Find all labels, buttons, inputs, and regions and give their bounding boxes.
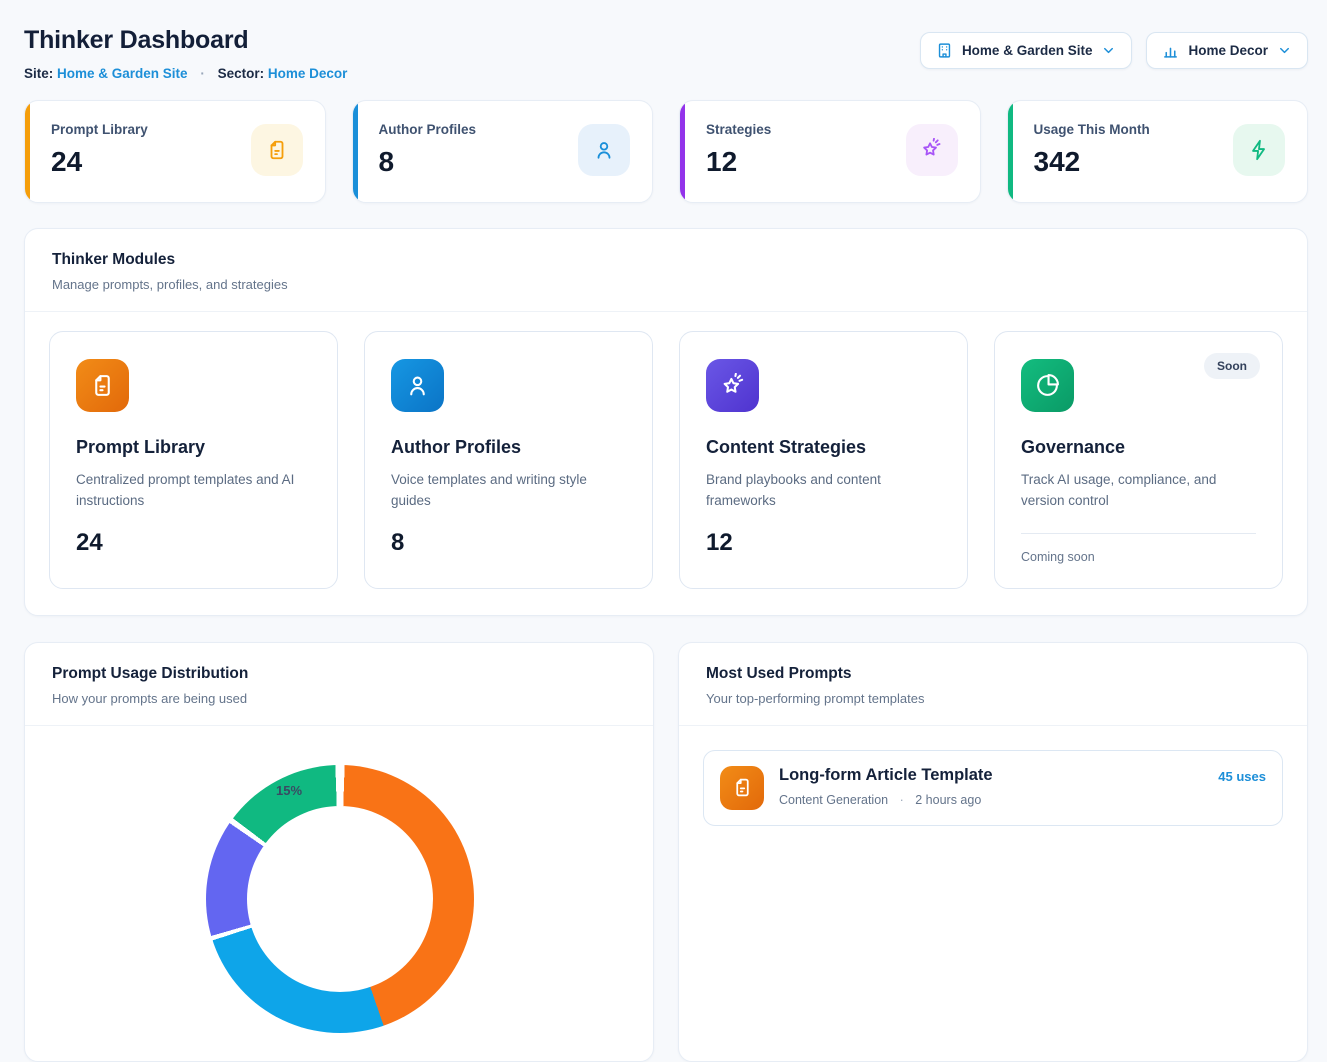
prompt-item-meta: Content Generation · 2 hours ago: [779, 793, 1203, 807]
file-icon: [251, 124, 303, 176]
modules-grid: Prompt Library Centralized prompt templa…: [25, 312, 1307, 615]
file-icon: [720, 766, 764, 810]
module-description: Track AI usage, compliance, and version …: [1021, 470, 1256, 512]
usage-title: Prompt Usage Distribution: [52, 665, 626, 683]
module-title: Author Profiles: [391, 437, 626, 458]
divider: [1021, 533, 1256, 534]
accent-bar: [680, 101, 685, 202]
stat-label: Usage This Month: [1034, 122, 1150, 137]
module-count: 12: [706, 529, 941, 557]
usage-header: Prompt Usage Distribution How your promp…: [25, 643, 653, 725]
divider: [679, 725, 1307, 726]
zap-icon: [1233, 124, 1285, 176]
stat-card-prompt-library: Prompt Library 24: [24, 100, 326, 203]
stat-value: 342: [1034, 146, 1150, 178]
most-used-title: Most Used Prompts: [706, 665, 1280, 683]
most-used-header: Most Used Prompts Your top-performing pr…: [679, 643, 1307, 725]
dashboard-page: Thinker Dashboard Site: Home & Garden Si…: [0, 0, 1327, 1062]
sector-label: Sector:: [218, 66, 265, 81]
chart-columns-icon: [1162, 42, 1179, 59]
prompt-time: 2 hours ago: [915, 793, 981, 807]
header-left: Thinker Dashboard Site: Home & Garden Si…: [24, 20, 347, 81]
most-used-prompts-panel: Most Used Prompts Your top-performing pr…: [678, 642, 1308, 1062]
meta-separator: ·: [900, 793, 904, 807]
stat-info: Prompt Library 24: [51, 122, 148, 178]
breadcrumb: Site: Home & Garden Site · Sector: Home …: [24, 66, 347, 81]
module-description: Voice templates and writing style guides: [391, 470, 626, 512]
module-description: Centralized prompt templates and AI inst…: [76, 470, 311, 512]
donut-chart: 15%: [25, 726, 653, 1056]
stat-value: 8: [379, 146, 477, 178]
header-actions: Home & Garden Site Home Decor: [920, 32, 1308, 69]
sector-selector-button[interactable]: Home Decor: [1146, 32, 1308, 69]
prompt-list-item[interactable]: Long-form Article Template Content Gener…: [703, 750, 1283, 826]
accent-bar: [25, 101, 30, 202]
stat-card-usage: Usage This Month 342: [1007, 100, 1309, 203]
stat-card-author-profiles: Author Profiles 8: [352, 100, 654, 203]
module-card-prompt-library[interactable]: Prompt Library Centralized prompt templa…: [49, 331, 338, 589]
stat-label: Author Profiles: [379, 122, 477, 137]
usage-distribution-panel: Prompt Usage Distribution How your promp…: [24, 642, 654, 1062]
thinker-modules-panel: Thinker Modules Manage prompts, profiles…: [24, 228, 1308, 616]
stat-value: 12: [706, 146, 771, 178]
most-used-subtitle: Your top-performing prompt templates: [706, 691, 1280, 706]
meta-separator: ·: [200, 66, 205, 81]
donut-data-label: 15%: [276, 783, 302, 798]
module-card-content-strategies[interactable]: Content Strategies Brand playbooks and c…: [679, 331, 968, 589]
stat-value: 24: [51, 146, 148, 178]
stat-info: Author Profiles 8: [379, 122, 477, 178]
module-title: Content Strategies: [706, 437, 941, 458]
stat-label: Prompt Library: [51, 122, 148, 137]
modules-header: Thinker Modules Manage prompts, profiles…: [25, 229, 1307, 311]
sector-selector-label: Home Decor: [1188, 43, 1268, 58]
site-label: Site:: [24, 66, 53, 81]
user-icon: [391, 359, 444, 412]
modules-subtitle: Manage prompts, profiles, and strategies: [52, 277, 1280, 292]
donut-hole: [247, 806, 433, 992]
module-title: Prompt Library: [76, 437, 311, 458]
module-count: 8: [391, 529, 626, 557]
pie-chart-icon: [1021, 359, 1074, 412]
star-sparkle-icon: [706, 359, 759, 412]
page-header: Thinker Dashboard Site: Home & Garden Si…: [24, 20, 1308, 81]
sector-link[interactable]: Home Decor: [268, 66, 348, 81]
stat-info: Usage This Month 342: [1034, 122, 1150, 178]
file-icon: [76, 359, 129, 412]
site-selector-button[interactable]: Home & Garden Site: [920, 32, 1133, 69]
module-title: Governance: [1021, 437, 1256, 458]
stat-info: Strategies 12: [706, 122, 771, 178]
prompt-item-body: Long-form Article Template Content Gener…: [779, 764, 1203, 807]
user-icon: [578, 124, 630, 176]
star-sparkle-icon: [906, 124, 958, 176]
page-title: Thinker Dashboard: [24, 26, 347, 55]
module-description: Brand playbooks and content frameworks: [706, 470, 941, 512]
prompt-item-title: Long-form Article Template: [779, 766, 1203, 785]
chevron-down-icon: [1101, 43, 1116, 58]
building-icon: [936, 42, 953, 59]
stat-card-strategies: Strategies 12: [679, 100, 981, 203]
module-card-author-profiles[interactable]: Author Profiles Voice templates and writ…: [364, 331, 653, 589]
stat-label: Strategies: [706, 122, 771, 137]
module-count: 24: [76, 529, 311, 557]
bottom-row: Prompt Usage Distribution How your promp…: [24, 642, 1308, 1062]
accent-bar: [1008, 101, 1013, 202]
site-link[interactable]: Home & Garden Site: [57, 66, 188, 81]
coming-soon-label: Coming soon: [1021, 550, 1256, 564]
stats-row: Prompt Library 24 Author Profiles 8 Stra…: [24, 100, 1308, 203]
site-selector-label: Home & Garden Site: [962, 43, 1093, 58]
usage-subtitle: How your prompts are being used: [52, 691, 626, 706]
chevron-down-icon: [1277, 43, 1292, 58]
soon-badge: Soon: [1204, 353, 1260, 379]
donut-ring: 15%: [206, 765, 474, 1033]
accent-bar: [353, 101, 358, 202]
module-card-governance: Soon Governance Track AI usage, complian…: [994, 331, 1283, 589]
prompt-category: Content Generation: [779, 793, 888, 807]
modules-title: Thinker Modules: [52, 251, 1280, 269]
prompt-uses-badge: 45 uses: [1218, 769, 1266, 784]
